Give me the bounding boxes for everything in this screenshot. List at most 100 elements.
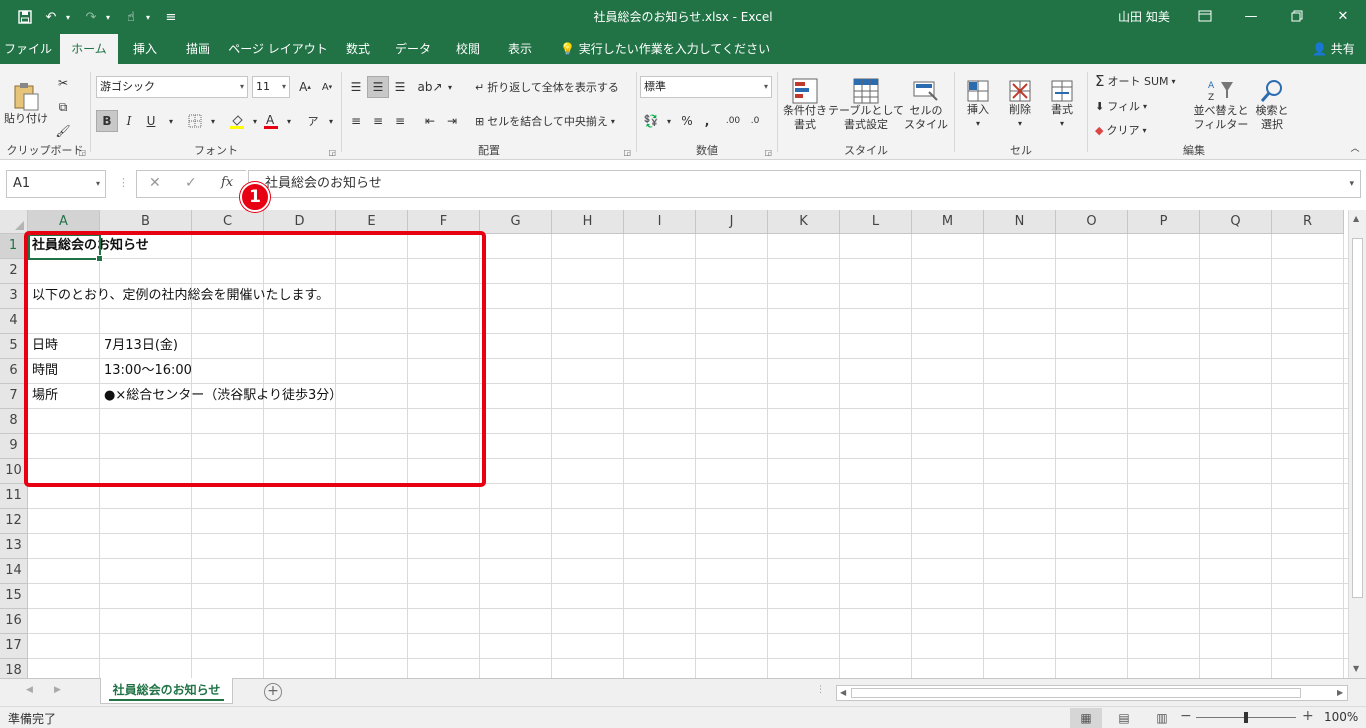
column-header-j[interactable]: J <box>696 210 768 234</box>
format-painter-icon[interactable]: 🖌 <box>52 120 74 142</box>
orientation-icon[interactable]: ab↗ <box>417 76 442 98</box>
increase-indent-icon[interactable]: ⇥ <box>441 110 463 132</box>
scroll-left-icon[interactable]: ◀ <box>840 686 846 700</box>
borders-dropdown-icon[interactable]: ▾ <box>202 110 224 132</box>
align-bottom-icon[interactable]: ☰ <box>389 76 411 98</box>
tab-insert[interactable]: 挿入 <box>122 34 168 64</box>
cell-b7[interactable]: ●×総合センター（渋谷駅より徒歩3分） <box>100 384 342 409</box>
column-header-d[interactable]: D <box>264 210 336 234</box>
collapse-ribbon-icon[interactable]: ︿ <box>1344 136 1366 158</box>
font-color-dropdown-icon[interactable]: ▾ <box>278 110 300 132</box>
font-name-combo[interactable]: 游ゴシック ▾ <box>96 76 248 98</box>
row-header-5[interactable]: 5 <box>0 334 28 359</box>
tab-home[interactable]: ホーム <box>60 34 118 64</box>
splitter-handle[interactable]: ⋮ <box>118 176 129 189</box>
wrap-text-button[interactable]: ↵ 折り返して全体を表示する <box>475 76 619 98</box>
tab-splitter-handle[interactable]: ⋮ <box>816 685 825 695</box>
zoom-in-icon[interactable]: + <box>1302 708 1314 724</box>
row-header-4[interactable]: 4 <box>0 309 28 334</box>
decrease-indent-icon[interactable]: ⇤ <box>419 110 441 132</box>
column-header-f[interactable]: F <box>408 210 480 234</box>
row-header-6[interactable]: 6 <box>0 359 28 384</box>
cell-styles-button[interactable]: セルの スタイル <box>901 72 951 138</box>
enter-icon[interactable]: ✓ <box>185 175 197 191</box>
page-break-view-icon[interactable]: ▥ <box>1146 708 1178 728</box>
tab-review[interactable]: 校閲 <box>446 34 490 64</box>
align-right-icon[interactable]: ≡ <box>389 110 411 132</box>
phonetic-dropdown-icon[interactable]: ▾ <box>320 110 342 132</box>
column-header-k[interactable]: K <box>768 210 840 234</box>
tab-page-layout[interactable]: ページ レイアウト <box>228 34 328 64</box>
cell-a3[interactable]: 以下のとおり、定例の社内総会を開催いたします。 <box>28 284 329 309</box>
cell-a6[interactable]: 時間 <box>28 359 58 384</box>
row-header-12[interactable]: 12 <box>0 509 28 534</box>
autosum-button[interactable]: Σ オート SUM ▾ <box>1095 70 1176 92</box>
paste-button[interactable]: 貼り付け <box>4 72 48 136</box>
row-header-3[interactable]: 3 <box>0 284 28 309</box>
align-left-icon[interactable]: ≡ <box>345 110 367 132</box>
cancel-icon[interactable]: ✕ <box>149 175 161 191</box>
underline-dropdown-icon[interactable]: ▾ <box>160 110 182 132</box>
column-header-c[interactable]: C <box>192 210 264 234</box>
worksheet-grid[interactable]: ABCDEFGHIJKLMNOPQR 1 2 3 4 5 6 7 8 9 10 11 12 13 14 15… <box>0 210 1366 678</box>
expand-formula-icon[interactable]: ▾ <box>1349 171 1354 197</box>
add-sheet-icon[interactable]: + <box>264 683 282 701</box>
column-header-q[interactable]: Q <box>1200 210 1272 234</box>
name-box[interactable]: A1 ▾ <box>6 170 106 198</box>
conditional-formatting-button[interactable]: 条件付き 書式 <box>779 72 831 138</box>
row-header-7[interactable]: 7 <box>0 384 28 409</box>
orientation-dropdown-icon[interactable]: ▾ <box>439 76 461 98</box>
fill-button[interactable]: ⬇ フィル ▾ <box>1095 95 1147 117</box>
column-header-e[interactable]: E <box>336 210 408 234</box>
column-header-b[interactable]: B <box>100 210 192 234</box>
cell-b6[interactable]: 13:00～16:00 <box>100 359 192 384</box>
copy-icon[interactable]: ⧉ <box>52 96 74 118</box>
normal-view-icon[interactable]: ▦ <box>1070 708 1102 728</box>
tell-me-box[interactable]: 💡 実行したい作業を入力してください <box>560 34 770 64</box>
zoom-out-icon[interactable]: − <box>1180 708 1192 724</box>
alignment-launcher-icon[interactable]: ◲ <box>623 148 631 157</box>
ribbon-display-options-icon[interactable] <box>1182 0 1228 32</box>
scroll-right-icon[interactable]: ▶ <box>1337 686 1343 700</box>
format-cells-button[interactable]: 書式 ▾ <box>1042 72 1082 138</box>
percent-icon[interactable]: % <box>676 110 698 132</box>
sheet-tab-active[interactable]: 社員総会のお知らせ <box>100 678 233 704</box>
tab-formulas[interactable]: 数式 <box>336 34 380 64</box>
number-format-combo[interactable]: 標準 ▾ <box>640 76 772 98</box>
formula-input[interactable]: 社員総会のお知らせ ▾ <box>248 170 1361 198</box>
increase-decimal-icon[interactable]: .00 <box>722 110 744 132</box>
tab-data[interactable]: データ <box>388 34 438 64</box>
column-header-o[interactable]: O <box>1056 210 1128 234</box>
scroll-up-icon[interactable]: ▲ <box>1353 214 1359 223</box>
align-top-icon[interactable]: ☰ <box>345 76 367 98</box>
vertical-scroll-thumb[interactable] <box>1352 238 1363 598</box>
column-header-h[interactable]: H <box>552 210 624 234</box>
cut-icon[interactable]: ✂ <box>52 72 74 94</box>
cell-a5[interactable]: 日時 <box>28 334 58 359</box>
row-header-18[interactable]: 18 <box>0 659 28 678</box>
insert-cells-button[interactable]: 挿入 ▾ <box>958 72 998 138</box>
select-all-button[interactable] <box>0 210 28 234</box>
row-header-2[interactable]: 2 <box>0 259 28 284</box>
row-header-1[interactable]: 1 <box>0 234 28 259</box>
clear-button[interactable]: ◆ クリア ▾ <box>1095 119 1146 141</box>
number-launcher-icon[interactable]: ◲ <box>764 148 772 157</box>
share-button[interactable]: 👤 共有 <box>1312 34 1355 64</box>
column-header-l[interactable]: L <box>840 210 912 234</box>
column-header-g[interactable]: G <box>480 210 552 234</box>
underline-button[interactable]: U <box>140 110 162 132</box>
row-header-17[interactable]: 17 <box>0 634 28 659</box>
comma-style-icon[interactable]: , <box>696 110 718 132</box>
tab-draw[interactable]: 描画 <box>176 34 220 64</box>
merge-center-button[interactable]: ⊞ セルを結合して中央揃え ▾ <box>475 110 615 132</box>
minimize-icon[interactable]: — <box>1228 0 1274 32</box>
horizontal-scroll-thumb[interactable] <box>851 688 1301 698</box>
user-name[interactable]: 山田 知美 <box>1118 8 1170 25</box>
column-header-m[interactable]: M <box>912 210 984 234</box>
row-header-8[interactable]: 8 <box>0 409 28 434</box>
tab-view[interactable]: 表示 <box>498 34 542 64</box>
next-sheet-icon[interactable]: ▶ <box>54 685 61 695</box>
row-header-9[interactable]: 9 <box>0 434 28 459</box>
format-as-table-button[interactable]: テーブルとして 書式設定 <box>828 72 904 138</box>
restore-icon[interactable] <box>1274 0 1320 32</box>
